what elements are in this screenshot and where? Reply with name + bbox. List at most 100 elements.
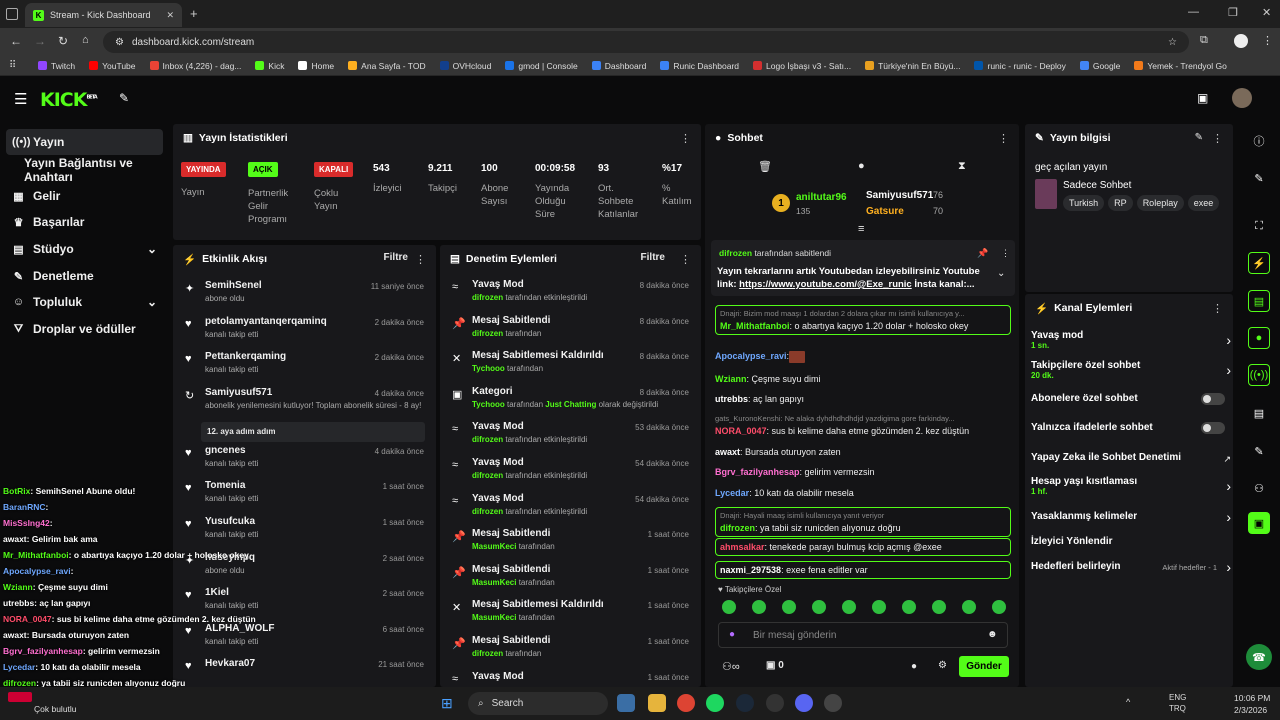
chat-username[interactable]: Lycedar [715, 488, 749, 498]
activity-item[interactable]: ✦ SemihSenel 11 saniye önce abone oldu [179, 278, 428, 310]
channel-action-item[interactable]: İzleyici Yönlendir [1031, 536, 1231, 562]
chat-message[interactable]: Lycedar: 10 katı da olabilir mesela [715, 487, 1011, 499]
chat-message[interactable]: Bgrv_fazilyanhesap: gelirim vermezsin [715, 466, 1011, 478]
emote-icon[interactable] [962, 600, 976, 614]
moderation-item[interactable]: ✕ Mesaj Sabitlemesi Kaldırıldı 1 saat önce… [446, 597, 693, 629]
kick-logo[interactable]: KICKBETA [40, 89, 98, 111]
address-bar[interactable]: ⚙ dashboard.kick.com/stream ☆ [103, 31, 1189, 53]
moderation-icon[interactable]: ▤ [1248, 402, 1270, 424]
new-tab-icon[interactable]: + [190, 6, 198, 21]
moderation-item[interactable]: ≈ Yavaş Mod 54 dakika önce difrozen tarafın… [446, 491, 693, 523]
keyboard-indicator[interactable]: TRQ [1169, 704, 1186, 713]
tag-chip[interactable]: Turkish [1063, 195, 1105, 211]
activity-item[interactable]: ↻ Samiyusuf571 4 dakika önce abonelik yenil… [179, 385, 428, 442]
activity-item[interactable]: ♥ Pettankerqaming 2 dakika önce kanalı taki… [179, 349, 428, 381]
chat-username[interactable]: Wziann [715, 374, 747, 384]
category-icon[interactable]: ▣ [1248, 512, 1270, 534]
channel-action-item[interactable]: Takipçilere özel sohbet 20 dk. › [1031, 360, 1231, 386]
apps-grid-icon[interactable]: ⠿ [9, 60, 16, 71]
info-icon[interactable]: ⓘ [1248, 130, 1270, 152]
sidebar-item-topluluk[interactable]: ☺ Topluluk ⌄ [6, 289, 163, 315]
bolt-icon[interactable]: ⚡ [1248, 252, 1270, 274]
emote-icon[interactable] [932, 600, 946, 614]
bookmark-item[interactable]: gmod | Console [505, 61, 578, 71]
clock-time[interactable]: 10:06 PM [1234, 693, 1270, 703]
clock-date[interactable]: 2/3/2026 [1234, 705, 1267, 715]
document-icon[interactable]: ▤ [1248, 290, 1270, 312]
moderation-item[interactable]: ≈ Yavaş Mod 53 dakika önce difrozen tarafın… [446, 419, 693, 451]
channel-action-item[interactable]: Yavaş mod 1 sn. › [1031, 330, 1231, 356]
browser-tab[interactable]: K Stream - Kick Dashboard ✕ [25, 3, 182, 27]
bookmark-item[interactable]: Türkiye'nin En Büyü... [865, 61, 960, 71]
windows-start-icon[interactable]: ⊞ [441, 695, 453, 712]
more-options-icon[interactable]: ⋮ [998, 132, 1009, 145]
steam-icon[interactable] [736, 694, 754, 712]
channel-action-item[interactable]: Yalnızca ifadelerle sohbet [1031, 422, 1231, 448]
home-icon[interactable]: ⌂ [82, 34, 89, 46]
maximize-icon[interactable]: ❐ [1228, 6, 1238, 19]
leader-name[interactable]: Gatsure [866, 206, 904, 217]
moderation-item[interactable]: 📌 Mesaj Sabitlendi 1 saat önce MasumKeci ta… [446, 562, 693, 594]
channel-action-item[interactable]: Hesap yaşı kısıtlaması 1 hf. › [1031, 476, 1231, 502]
site-info-icon[interactable]: ⚙ [115, 37, 124, 48]
trash-icon[interactable]: 🗑 [758, 160, 772, 173]
sidebar-item-studyo[interactable]: ▤ Stüdyo ⌄ [6, 236, 163, 262]
discord-icon[interactable] [795, 694, 813, 712]
leader-name[interactable]: Samiyusuf571 [866, 190, 933, 201]
activity-item[interactable]: ♥ 1Kiel 2 saat önce kanalı takip etti [179, 585, 428, 617]
channel-action-item[interactable]: Abonelere özel sohbet [1031, 393, 1231, 419]
chat-username[interactable]: ahmsalkar [720, 542, 765, 552]
chat-username[interactable]: naxmi_297538 [720, 565, 781, 575]
bookmark-item[interactable]: Home [298, 61, 334, 71]
pin-icon[interactable]: 📌 [977, 248, 988, 259]
chevron-down-icon[interactable]: ⌄ [997, 268, 1005, 279]
chat-message[interactable]: Dnajri: Hayali maaş isimli kullanıcıya y… [715, 507, 1011, 537]
users-icon[interactable]: ⚇ [1248, 477, 1270, 499]
activity-item[interactable]: ♥ Tomenia 1 saat önce kanalı takip etti [179, 478, 428, 510]
bookmark-item[interactable]: Twitch [38, 61, 75, 71]
reload-icon[interactable]: ↻ [58, 34, 68, 48]
moderation-item[interactable]: 📌 Mesaj Sabitlendi 1 saat önce difrozen tar… [446, 633, 693, 665]
moderation-item[interactable]: 📌 Mesaj Sabitlendi 1 saat önce MasumKeci ta… [446, 526, 693, 558]
more-options-icon[interactable]: ⋮ [680, 132, 691, 145]
emote-icon[interactable] [812, 600, 826, 614]
filter-button[interactable]: Filtre [641, 252, 665, 263]
channel-action-item[interactable]: Yasaklanmış kelimeler › [1031, 509, 1231, 537]
hourglass-icon[interactable]: ⧗ [958, 160, 966, 173]
bookmark-star-icon[interactable]: ☆ [1168, 37, 1177, 48]
bookmark-item[interactable]: Dashboard [591, 61, 646, 71]
bookmark-item[interactable]: runic - runic - Deploy [974, 61, 1066, 71]
sidebar-item-droplar[interactable]: ⛛ Droplar ve ödüller [6, 316, 163, 342]
emote-icon[interactable] [842, 600, 856, 614]
tag-chip[interactable]: Roleplay [1136, 195, 1184, 211]
tag-chip[interactable]: exee [1187, 195, 1220, 211]
edit-icon[interactable]: ✎ [1248, 167, 1270, 189]
minimize-icon[interactable]: — [1188, 6, 1199, 18]
chat-message[interactable]: gats_KuronoKenshi: Ne alaka dyhdhdhdhdjd… [715, 413, 1011, 437]
more-options-icon[interactable]: ⋮ [1001, 248, 1010, 259]
emote-icon[interactable] [902, 600, 916, 614]
chat-username[interactable]: difrozen [720, 523, 755, 533]
activity-item[interactable]: ♥ ALPHA_WOLF 6 saat önce kanalı takip etti [179, 621, 428, 653]
hamburger-menu-icon[interactable]: ☰ [14, 90, 27, 108]
chat-input[interactable]: ● Bir mesaj gönderin ☻ [718, 622, 1008, 648]
bookmark-item[interactable]: Ana Sayfa - TOD [348, 61, 426, 71]
chat-username[interactable]: Mr_Mithatfanboi [720, 321, 790, 331]
obs-icon[interactable] [766, 694, 784, 712]
sidebar-item-denetleme[interactable]: ✎ Denetleme [6, 263, 163, 289]
chat-message[interactable]: Dnajri: Bizim mod maaşı 1 dolardan 2 dol… [715, 305, 1011, 335]
edit-icon[interactable]: ✎ [1195, 132, 1203, 143]
bookmark-item[interactable]: YouTube [89, 61, 136, 71]
tag-chip[interactable]: RP [1108, 195, 1133, 211]
moderation-item[interactable]: ≈ Yavaş Mod 8 dakika önce difrozen tarafınd… [446, 277, 693, 309]
moderation-item[interactable]: ▣ Kategori 8 dakika önce Tychooo tarafından… [446, 384, 693, 416]
moderation-item[interactable]: 📌 Mesaj Sabitlendi 8 dakika önce difrozen t… [446, 313, 693, 345]
channel-action-item[interactable]: Hedefleri belirleyin › Aktif hedefler - 1 [1031, 559, 1231, 587]
extensions-icon[interactable]: ⧉ [1200, 34, 1208, 47]
emote-icon[interactable] [872, 600, 886, 614]
chat-username[interactable]: utrebbs [715, 394, 748, 404]
chat-message[interactable]: utrebbs: aç lan gapıyı [715, 393, 1011, 405]
profile-icon[interactable] [1234, 34, 1248, 48]
activity-item[interactable]: ♥ Hevkara07 21 saat önce [179, 656, 428, 687]
sidebar-item-stream-key[interactable]: Yayın Bağlantısı ve Anahtarı [6, 156, 163, 184]
